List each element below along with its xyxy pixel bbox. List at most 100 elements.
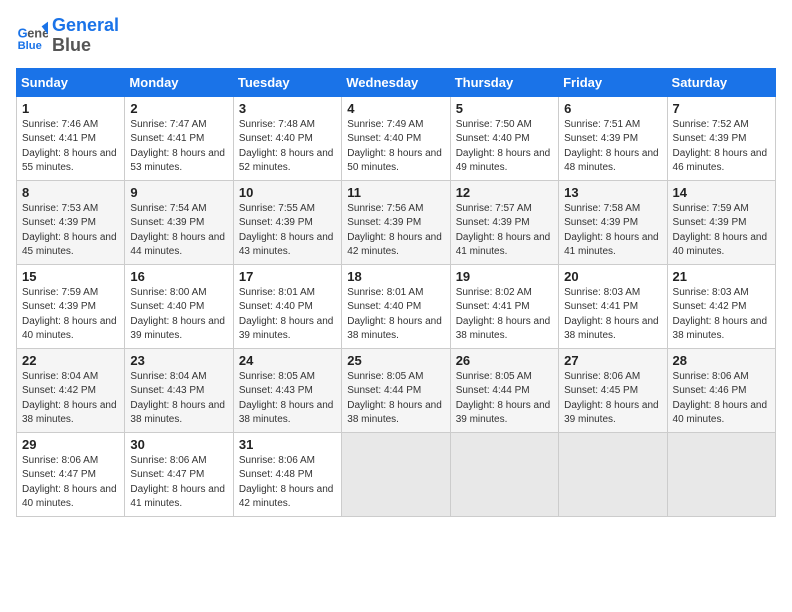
calendar-cell: 17 Sunrise: 8:01 AMSunset: 4:40 PMDayligh… [233,264,341,348]
calendar-cell: 3Sunrise: 7:48 AMSunset: 4:40 PMDaylight… [233,96,341,180]
day-number: 11 [347,185,444,200]
calendar-cell: 14Sunrise: 7:59 AMSunset: 4:39 PMDayligh… [667,180,775,264]
day-number: 21 [673,269,770,284]
day-info: Sunrise: 8:06 AMSunset: 4:47 PMDaylight:… [130,454,227,512]
day-number: 23 [130,353,227,368]
day-number: 27 [564,353,661,368]
day-number: 22 [22,353,119,368]
calendar-cell: 20Sunrise: 8:03 AMSunset: 4:41 PMDayligh… [559,264,667,348]
header-friday: Friday [559,68,667,96]
calendar-cell: 6 Sunrise: 7:51 AMSunset: 4:39 PMDaylight… [559,96,667,180]
calendar-cell: 30Sunrise: 8:06 AMSunset: 4:47 PMDayligh… [125,432,233,516]
calendar-cell: 10 Sunrise: 7:55 AMSunset: 4:39 PMDayligh… [233,180,341,264]
day-info: Sunrise: 7:49 AMSunset: 4:40 PMDaylight:… [347,118,444,176]
day-number: 14 [673,185,770,200]
calendar-cell: 19 Sunrise: 8:02 AMSunset: 4:41 PMDayligh… [450,264,558,348]
day-number: 7 [673,101,770,116]
day-info: Sunrise: 8:06 AMSunset: 4:47 PMDaylight:… [22,454,119,512]
calendar-cell: 15 Sunrise: 7:59 AMSunset: 4:39 PMDayligh… [17,264,125,348]
day-number: 17 [239,269,336,284]
day-number: 19 [456,269,553,284]
page-header: G eneral Blue General Blue [16,16,776,56]
calendar-cell [450,432,558,516]
day-info: Sunrise: 8:03 AMSunset: 4:41 PMDaylight:… [564,286,661,344]
calendar-week-1: 1 Sunrise: 7:46 AMSunset: 4:41 PMDaylight… [17,96,776,180]
day-number: 12 [456,185,553,200]
day-number: 16 [130,269,227,284]
header-monday: Monday [125,68,233,96]
calendar-cell: 25 Sunrise: 8:05 AMSunset: 4:44 PMDayligh… [342,348,450,432]
svg-text:G: G [18,25,28,40]
logo-general: General [52,16,119,36]
calendar-cell: 29Sunrise: 8:06 AMSunset: 4:47 PMDayligh… [17,432,125,516]
calendar-cell: 21 Sunrise: 8:03 AMSunset: 4:42 PMDayligh… [667,264,775,348]
calendar-cell: 18 Sunrise: 8:01 AMSunset: 4:40 PMDayligh… [342,264,450,348]
calendar-cell: 31 Sunrise: 8:06 AMSunset: 4:48 PMDayligh… [233,432,341,516]
day-info: Sunrise: 7:51 AMSunset: 4:39 PMDaylight:… [564,118,661,176]
day-number: 8 [22,185,119,200]
day-info: Sunrise: 7:46 AMSunset: 4:41 PMDaylight:… [22,118,119,176]
day-info: Sunrise: 8:04 AMSunset: 4:43 PMDaylight:… [130,370,227,428]
calendar-cell: 2 Sunrise: 7:47 AMSunset: 4:41 PMDaylight… [125,96,233,180]
day-info: Sunrise: 7:55 AMSunset: 4:39 PMDaylight:… [239,202,336,260]
day-info: Sunrise: 8:02 AMSunset: 4:41 PMDaylight:… [456,286,553,344]
calendar-week-4: 22Sunrise: 8:04 AMSunset: 4:42 PMDayligh… [17,348,776,432]
day-info: Sunrise: 7:59 AMSunset: 4:39 PMDaylight:… [22,286,119,344]
logo-icon: G eneral Blue [16,20,48,52]
day-info: Sunrise: 7:57 AMSunset: 4:39 PMDaylight:… [456,202,553,260]
day-number: 13 [564,185,661,200]
logo: G eneral Blue General Blue [16,16,119,56]
calendar-cell: 12 Sunrise: 7:57 AMSunset: 4:39 PMDayligh… [450,180,558,264]
day-number: 2 [130,101,227,116]
calendar-cell: 5Sunrise: 7:50 AMSunset: 4:40 PMDaylight… [450,96,558,180]
header-tuesday: Tuesday [233,68,341,96]
day-number: 25 [347,353,444,368]
day-info: Sunrise: 7:53 AMSunset: 4:39 PMDaylight:… [22,202,119,260]
day-number: 15 [22,269,119,284]
day-info: Sunrise: 8:00 AMSunset: 4:40 PMDaylight:… [130,286,227,344]
calendar-cell: 16 Sunrise: 8:00 AMSunset: 4:40 PMDayligh… [125,264,233,348]
day-number: 4 [347,101,444,116]
day-info: Sunrise: 7:48 AMSunset: 4:40 PMDaylight:… [239,118,336,176]
calendar-week-3: 15 Sunrise: 7:59 AMSunset: 4:39 PMDayligh… [17,264,776,348]
header-saturday: Saturday [667,68,775,96]
day-info: Sunrise: 8:03 AMSunset: 4:42 PMDaylight:… [673,286,770,344]
day-info: Sunrise: 7:54 AMSunset: 4:39 PMDaylight:… [130,202,227,260]
day-number: 10 [239,185,336,200]
day-info: Sunrise: 8:06 AMSunset: 4:48 PMDaylight:… [239,454,336,512]
day-info: Sunrise: 7:58 AMSunset: 4:39 PMDaylight:… [564,202,661,260]
calendar-cell: 22Sunrise: 8:04 AMSunset: 4:42 PMDayligh… [17,348,125,432]
day-info: Sunrise: 8:06 AMSunset: 4:46 PMDaylight:… [673,370,770,428]
calendar-week-2: 8 Sunrise: 7:53 AMSunset: 4:39 PMDaylight… [17,180,776,264]
day-info: Sunrise: 7:47 AMSunset: 4:41 PMDaylight:… [130,118,227,176]
day-info: Sunrise: 8:01 AMSunset: 4:40 PMDaylight:… [239,286,336,344]
header-sunday: Sunday [17,68,125,96]
header-wednesday: Wednesday [342,68,450,96]
calendar-cell: 23 Sunrise: 8:04 AMSunset: 4:43 PMDayligh… [125,348,233,432]
day-info: Sunrise: 8:05 AMSunset: 4:44 PMDaylight:… [347,370,444,428]
day-number: 31 [239,437,336,452]
day-info: Sunrise: 7:52 AMSunset: 4:39 PMDaylight:… [673,118,770,176]
calendar-table: SundayMondayTuesdayWednesdayThursdayFrid… [16,68,776,517]
day-info: Sunrise: 7:50 AMSunset: 4:40 PMDaylight:… [456,118,553,176]
calendar-cell: 13 Sunrise: 7:58 AMSunset: 4:39 PMDayligh… [559,180,667,264]
calendar-cell: 28 Sunrise: 8:06 AMSunset: 4:46 PMDayligh… [667,348,775,432]
day-number: 24 [239,353,336,368]
day-number: 1 [22,101,119,116]
day-info: Sunrise: 8:01 AMSunset: 4:40 PMDaylight:… [347,286,444,344]
calendar-header-row: SundayMondayTuesdayWednesdayThursdayFrid… [17,68,776,96]
day-info: Sunrise: 8:05 AMSunset: 4:43 PMDaylight:… [239,370,336,428]
header-thursday: Thursday [450,68,558,96]
svg-text:Blue: Blue [18,40,42,52]
day-number: 28 [673,353,770,368]
day-number: 18 [347,269,444,284]
day-number: 6 [564,101,661,116]
calendar-cell: 9Sunrise: 7:54 AMSunset: 4:39 PMDaylight… [125,180,233,264]
calendar-cell: 8 Sunrise: 7:53 AMSunset: 4:39 PMDaylight… [17,180,125,264]
calendar-cell: 24 Sunrise: 8:05 AMSunset: 4:43 PMDayligh… [233,348,341,432]
calendar-cell [559,432,667,516]
day-info: Sunrise: 7:56 AMSunset: 4:39 PMDaylight:… [347,202,444,260]
calendar-cell: 7 Sunrise: 7:52 AMSunset: 4:39 PMDaylight… [667,96,775,180]
calendar-week-5: 29Sunrise: 8:06 AMSunset: 4:47 PMDayligh… [17,432,776,516]
calendar-cell: 4 Sunrise: 7:49 AMSunset: 4:40 PMDaylight… [342,96,450,180]
